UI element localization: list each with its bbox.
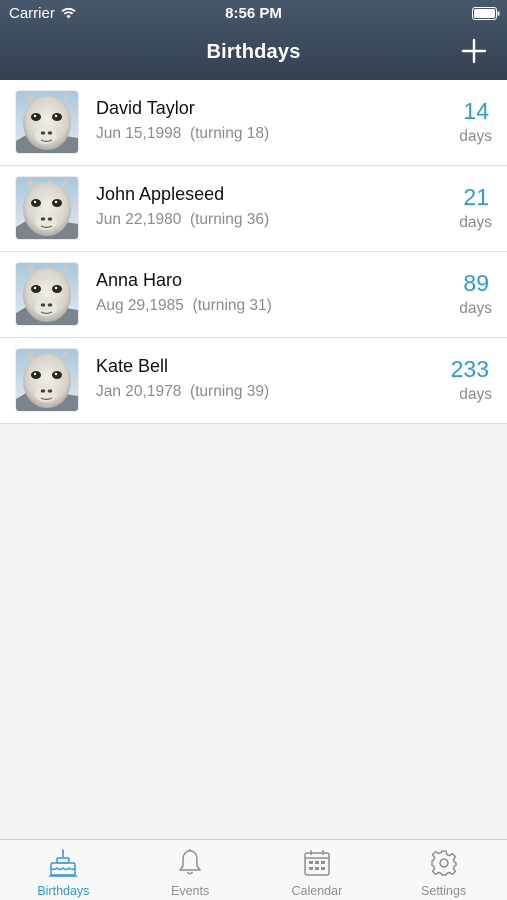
birthday-detail: Jan 20,1978 (turning 39) bbox=[96, 383, 270, 400]
birthday-list: David Taylor Jun 15,1998 (turning 18) 14… bbox=[0, 80, 507, 424]
calendar-icon bbox=[304, 850, 330, 876]
tab-calendar[interactable]: Calendar bbox=[254, 840, 381, 900]
birthday-row[interactable]: Anna Haro Aug 29,1985 (turning 31) 89 da… bbox=[0, 252, 507, 338]
birthday-row[interactable]: John Appleseed Jun 22,1980 (turning 36) … bbox=[0, 166, 507, 252]
tab-label: Events bbox=[171, 884, 210, 898]
days-label: days bbox=[459, 300, 492, 317]
status-time: 8:56 PM bbox=[225, 5, 282, 22]
contact-name: John Appleseed bbox=[96, 184, 225, 204]
tab-events[interactable]: Events bbox=[127, 840, 254, 900]
status-bar: Carrier 8:56 PM bbox=[0, 0, 507, 28]
birthday-detail: Jun 22,1980 (turning 36) bbox=[96, 211, 270, 228]
bell-icon bbox=[179, 849, 201, 875]
tab-birthdays[interactable]: Birthdays bbox=[0, 840, 127, 900]
days-count: 14 bbox=[463, 98, 489, 124]
birthday-detail: Jun 15,1998 (turning 18) bbox=[96, 125, 270, 142]
birthday-row[interactable]: Kate Bell Jan 20,1978 (turning 39) 233 d… bbox=[0, 338, 507, 423]
days-count: 89 bbox=[463, 270, 489, 296]
contact-name: Kate Bell bbox=[96, 356, 169, 376]
contact-name: Anna Haro bbox=[96, 270, 183, 290]
days-label: days bbox=[459, 386, 492, 403]
avatar bbox=[16, 177, 78, 239]
battery-icon bbox=[472, 7, 500, 20]
header: Carrier 8:56 PM Birthdays bbox=[0, 0, 507, 80]
tab-settings[interactable]: Settings bbox=[380, 840, 507, 900]
avatar bbox=[16, 263, 78, 325]
gear-icon bbox=[430, 850, 457, 876]
contact-name: David Taylor bbox=[96, 98, 195, 118]
nav-bar: Birthdays bbox=[0, 28, 507, 80]
tab-label: Calendar bbox=[291, 884, 343, 898]
tab-bar: Birthdays Events Calendar Settings bbox=[0, 839, 507, 900]
tab-label: Settings bbox=[421, 884, 467, 898]
page-title: Birthdays bbox=[206, 41, 301, 63]
avatar bbox=[16, 91, 78, 153]
avatar bbox=[16, 349, 78, 411]
tab-label: Birthdays bbox=[37, 884, 90, 898]
days-count: 233 bbox=[450, 356, 489, 382]
cake-icon bbox=[49, 849, 78, 877]
birthday-row[interactable]: David Taylor Jun 15,1998 (turning 18) 14… bbox=[0, 80, 507, 166]
birthday-detail: Aug 29,1985 (turning 31) bbox=[96, 297, 272, 314]
plus-icon[interactable] bbox=[461, 38, 487, 64]
days-label: days bbox=[459, 214, 492, 231]
days-label: days bbox=[459, 128, 492, 145]
days-count: 21 bbox=[463, 184, 489, 210]
